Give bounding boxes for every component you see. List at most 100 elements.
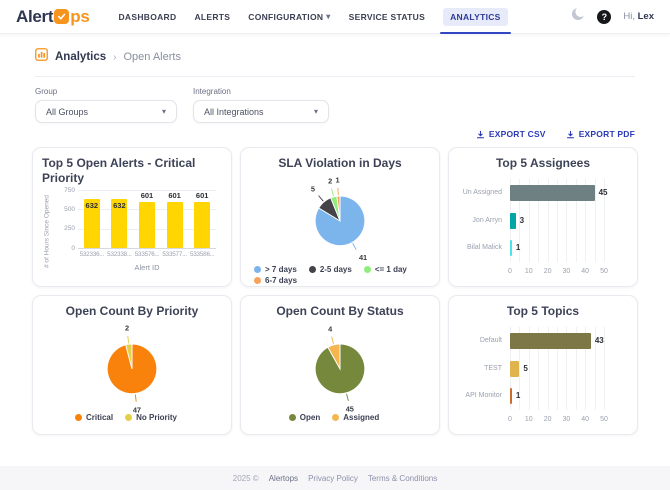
legend-dot: [125, 414, 132, 421]
bar-Un Assigned[interactable]: [510, 185, 595, 201]
category-label: Default: [458, 333, 502, 349]
plot-area: 4531: [510, 179, 604, 262]
legend-item-<= 1 day[interactable]: <= 1 day: [364, 265, 407, 274]
callout-line: [128, 336, 129, 343]
terms-link[interactable]: Terms & Conditions: [368, 474, 437, 483]
gridline: [604, 327, 605, 410]
section-divider: [35, 76, 635, 77]
x-tick-label: 532336...: [78, 251, 106, 258]
breadcrumb-separator: ›: [113, 52, 116, 63]
x-tick-label: 533577...: [161, 251, 189, 258]
category-label: TEST: [458, 361, 502, 377]
charts-grid: Top 5 Open Alerts - Critical Priority # …: [32, 147, 638, 435]
x-tick-label: 533576...: [133, 251, 161, 258]
pie-value-label: 1: [335, 175, 339, 184]
legend-item-> 7 days[interactable]: > 7 days: [254, 265, 297, 274]
x-tick-label: 10: [525, 416, 533, 423]
card-open-count-by-status: Open Count By Status 454OpenAssigned: [240, 295, 440, 435]
bar-slot: 601: [188, 190, 216, 248]
bar[interactable]: [194, 202, 210, 248]
horizontal-bar-chart: 4531Un AssignedJon ArrynBilal Malick0102…: [458, 173, 628, 280]
legend-dot: [289, 414, 296, 421]
x-axis-labels: 01020304050: [510, 416, 604, 426]
bar-value-label: 5: [523, 361, 527, 377]
export-pdf-button[interactable]: EXPORT PDF: [566, 129, 635, 139]
nav-item-service-status[interactable]: SERVICE STATUS: [340, 0, 434, 34]
nav-item-analytics[interactable]: ANALYTICS: [434, 0, 517, 34]
download-icon: [566, 130, 575, 139]
callout-line: [353, 243, 357, 249]
breadcrumb: Analytics › Open Alerts: [35, 48, 635, 66]
logo-check-icon: [54, 9, 69, 24]
navbar: Alert ps DASHBOARD ALERTS CONFIGURATION▾…: [0, 0, 670, 34]
category-label: API Monitor: [458, 388, 502, 404]
help-icon[interactable]: ?: [597, 10, 611, 24]
x-axis-labels: 532336...532338...533576...533577...5335…: [78, 251, 216, 258]
privacy-policy-link[interactable]: Privacy Policy: [308, 474, 358, 483]
bar-API Monitor[interactable]: [510, 388, 512, 404]
x-tick-label: 0: [508, 416, 512, 423]
bar[interactable]: [139, 202, 155, 248]
analytics-chart-icon: [35, 48, 48, 66]
x-tick-label: 0: [508, 268, 512, 275]
y-tick-label: 750: [52, 187, 75, 194]
category-label: Jon Arryn: [458, 213, 502, 229]
integration-filter-label: Integration: [193, 87, 329, 96]
card-top-5-open-alerts: Top 5 Open Alerts - Critical Priority # …: [32, 147, 232, 287]
group-select[interactable]: All Groups ▾: [35, 100, 177, 123]
bar-slot: 601: [161, 190, 189, 248]
chart-title: SLA Violation in Days: [278, 156, 401, 171]
legend-item-6-7 days[interactable]: 6-7 days: [254, 276, 297, 285]
pie-chart: 41521> 7 days2-5 days<= 1 day6-7 days: [250, 173, 430, 285]
legend-dot: [309, 266, 316, 273]
category-label: Un Assigned: [458, 185, 502, 201]
bar-Default[interactable]: [510, 333, 591, 349]
callout-line: [332, 337, 334, 344]
bar-value-label: 632: [106, 201, 134, 210]
gridline: [595, 179, 596, 262]
bar-Bilal Malick[interactable]: [510, 240, 512, 256]
nav-item-configuration[interactable]: CONFIGURATION▾: [239, 0, 339, 34]
group-filter: Group All Groups ▾: [35, 87, 177, 123]
bar-Jon Arryn[interactable]: [510, 213, 516, 229]
legend-item-Critical[interactable]: Critical: [75, 413, 113, 422]
legend-item-No Priority[interactable]: No Priority: [125, 413, 177, 422]
legend-item-Assigned[interactable]: Assigned: [332, 413, 379, 422]
bar-value-label: 45: [599, 185, 608, 201]
user-greeting[interactable]: Hi, Lex: [623, 11, 654, 22]
chevron-down-icon: ▾: [314, 107, 318, 116]
plot-area: 4351: [510, 327, 604, 410]
pie-value-label: 5: [311, 184, 315, 193]
x-tick-label: 40: [581, 416, 589, 423]
bar[interactable]: [167, 202, 183, 248]
x-axis-labels: 01020304050: [510, 268, 604, 278]
user-name: Lex: [638, 11, 654, 22]
chevron-down-icon: ▾: [326, 12, 330, 21]
gridline: [78, 248, 216, 249]
x-axis-title: Alert ID: [78, 263, 216, 272]
nav-item-dashboard[interactable]: DASHBOARD: [109, 0, 185, 34]
legend-label: 6-7 days: [265, 276, 297, 285]
legend-item-Open[interactable]: Open: [289, 413, 320, 422]
column-chart: # of Hours Since Opened02505007506326326…: [42, 188, 222, 280]
integration-select[interactable]: All Integrations ▾: [193, 100, 329, 123]
legend-label: Assigned: [343, 413, 379, 422]
legend-dot: [254, 266, 261, 273]
nav-item-alerts[interactable]: ALERTS: [185, 0, 239, 34]
export-csv-button[interactable]: EXPORT CSV: [476, 129, 546, 139]
bar-value-label: 632: [78, 201, 106, 210]
dark-mode-moon-icon[interactable]: [571, 7, 585, 26]
callout-line: [319, 196, 324, 202]
alertops-logo[interactable]: Alert ps: [16, 7, 89, 27]
pie-chart: 454OpenAssigned: [250, 321, 430, 428]
breadcrumb-section[interactable]: Analytics: [55, 51, 106, 63]
plot-area: 632632601601601: [78, 190, 216, 248]
legend-label: Critical: [86, 413, 113, 422]
legend-label: <= 1 day: [375, 265, 407, 274]
chart-title: Top 5 Open Alerts - Critical Priority: [42, 156, 222, 186]
bar-value-label: 1: [516, 388, 520, 404]
bar-TEST[interactable]: [510, 361, 519, 377]
pie-svg: 472: [42, 321, 222, 413]
callout-line: [135, 394, 136, 401]
legend-item-2-5 days[interactable]: 2-5 days: [309, 265, 352, 274]
